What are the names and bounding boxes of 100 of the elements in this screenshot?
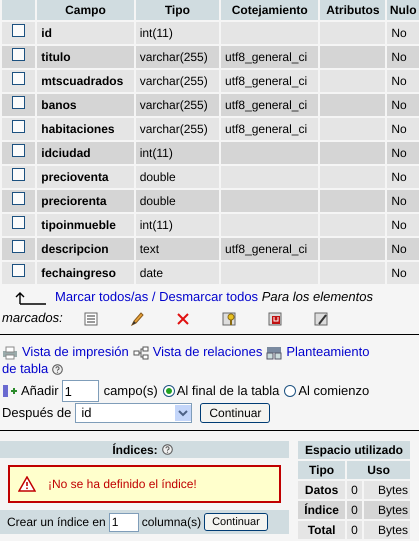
field-count-input[interactable]: 1 <box>62 380 99 402</box>
delete-icon[interactable] <box>174 310 191 327</box>
column-header: Atributos <box>320 0 386 20</box>
add-column-icon <box>2 384 18 398</box>
pencil-icon[interactable] <box>128 310 145 327</box>
structure-icon <box>266 346 282 360</box>
space-row-label: Datos <box>298 481 346 499</box>
field-type: int(11) <box>136 214 220 236</box>
row-checkbox[interactable] <box>12 96 26 109</box>
field-null: No <box>387 262 419 284</box>
with-selected-label: marcados: <box>2 310 63 325</box>
uncheck-all-link[interactable]: Desmarcar todos <box>159 289 258 304</box>
field-collation: utf8_general_ci <box>221 238 318 260</box>
relations-icon <box>132 346 149 360</box>
warning-icon <box>18 476 36 492</box>
column-header: Cotejamiento <box>221 0 318 20</box>
row-checkbox[interactable] <box>12 24 26 37</box>
field-type: text <box>136 238 220 260</box>
continue-button[interactable]: Continuar <box>200 403 270 423</box>
space-title: Espacio utilizado <box>298 441 410 459</box>
action-link[interactable]: Vista de impresión <box>22 344 129 359</box>
column-header: Tipo <box>298 461 346 479</box>
field-null: No <box>387 190 419 212</box>
browse-icon[interactable] <box>82 310 99 327</box>
row-checkbox[interactable] <box>12 192 26 205</box>
field-name: habitaciones <box>37 118 134 140</box>
field-name: mtscuadrados <box>37 70 134 92</box>
separator: / <box>152 289 156 304</box>
field-name: titulo <box>37 46 134 68</box>
space-row-label: Índice <box>298 501 346 519</box>
field-name: id <box>37 22 134 44</box>
with-selected-label: Para los elementos <box>262 289 373 304</box>
fulltext-icon[interactable] <box>312 310 329 327</box>
field-name: descripcion <box>37 238 134 260</box>
space-value: 0 <box>347 481 362 499</box>
field-type: varchar(255) <box>136 118 220 140</box>
field-type: date <box>136 262 220 284</box>
field-null: No <box>387 94 419 116</box>
row-checkbox[interactable] <box>12 168 26 181</box>
field-type: int(11) <box>136 142 220 164</box>
field-null: No <box>387 70 419 92</box>
help-icon[interactable] <box>52 364 64 376</box>
row-checkbox[interactable] <box>12 264 26 277</box>
action-link[interactable]: Planteamiento <box>286 344 370 359</box>
column-count-input[interactable]: 1 <box>108 512 139 532</box>
space-unit: Bytes <box>364 501 410 519</box>
column-header: Uso <box>347 461 410 479</box>
row-checkbox[interactable] <box>12 240 26 253</box>
column-header: Campo <box>37 0 134 20</box>
field-name: precioventa <box>37 166 134 188</box>
header-cell <box>2 0 36 20</box>
key-icon[interactable] <box>220 310 237 327</box>
field-name: fechaingreso <box>37 262 134 284</box>
help-icon[interactable] <box>162 444 173 455</box>
row-checkbox[interactable] <box>12 72 26 85</box>
action-link[interactable]: Vista de relaciones <box>152 344 262 359</box>
after-select[interactable]: id <box>75 403 192 423</box>
corner-arrow-icon <box>14 290 48 305</box>
field-type: double <box>136 190 220 212</box>
after-label: Después de <box>2 404 72 422</box>
field-null: No <box>387 238 419 260</box>
field-type: varchar(255) <box>136 70 220 92</box>
row-checkbox[interactable] <box>12 48 26 61</box>
field-collation: utf8_general_ci <box>221 46 318 68</box>
check-all-link[interactable]: Marcar todos/as <box>55 289 148 304</box>
column-header: Nulo <box>387 0 419 20</box>
column-header: Tipo <box>136 0 220 20</box>
space-unit: Bytes <box>364 481 410 499</box>
field-type: double <box>136 166 220 188</box>
create-index-label: Crear un índice en <box>7 514 106 531</box>
field-collation: utf8_general_ci <box>221 118 318 140</box>
field-name: preciorenta <box>37 190 134 212</box>
position-radio[interactable]: Al comienzo <box>284 381 370 401</box>
field-null: No <box>387 118 419 140</box>
warning-text: ¡No se ha definido el índice! <box>48 476 197 493</box>
space-value: 0 <box>347 501 362 519</box>
add-label: Añadir <box>21 382 59 400</box>
row-checkbox[interactable] <box>12 216 26 229</box>
column-unit-label: columna(s) <box>142 514 202 531</box>
row-checkbox[interactable] <box>12 120 26 133</box>
continue-button[interactable]: Continuar <box>204 513 268 531</box>
row-checkbox[interactable] <box>12 144 26 157</box>
field-name: idciudad <box>37 142 134 164</box>
field-null: No <box>387 142 419 164</box>
space-unit: Bytes <box>364 521 410 539</box>
field-collation: utf8_general_ci <box>221 70 318 92</box>
field-type: varchar(255) <box>136 46 220 68</box>
field-name: tipoinmueble <box>37 214 134 236</box>
indexes-title: Índices: <box>112 442 158 458</box>
field-name: banos <box>37 94 134 116</box>
action-link[interactable]: de tabla <box>2 361 48 376</box>
unique-icon[interactable] <box>266 310 283 327</box>
field-null: No <box>387 166 419 188</box>
space-row-label: Total <box>298 521 346 539</box>
field-type: varchar(255) <box>136 94 220 116</box>
position-radio[interactable]: Al final de la tabla <box>162 381 280 401</box>
field-type: int(11) <box>136 22 220 44</box>
field-unit-label: campo(s) <box>104 382 158 400</box>
space-value: 0 <box>347 521 362 539</box>
field-collation: utf8_general_ci <box>221 94 318 116</box>
